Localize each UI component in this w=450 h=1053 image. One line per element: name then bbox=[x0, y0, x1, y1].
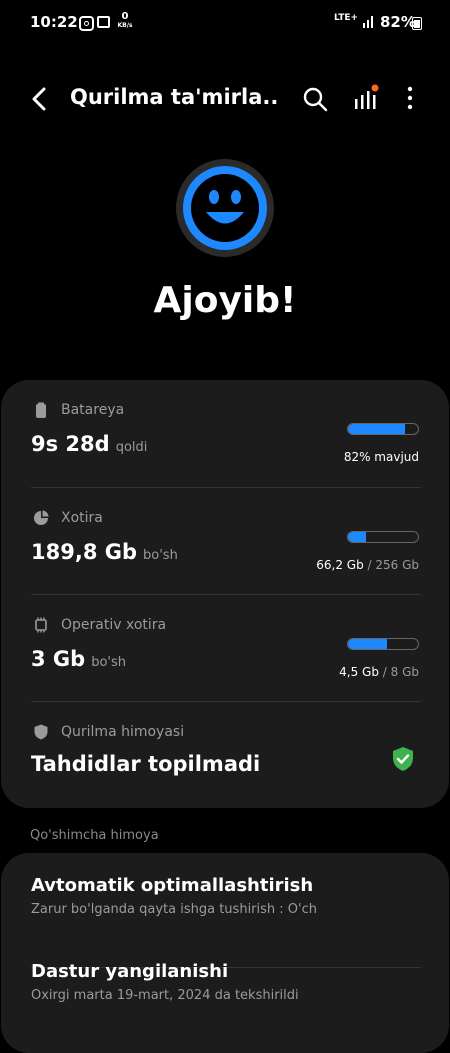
ram-value: 3 Gb bo'sh bbox=[31, 647, 126, 671]
instagram-icon bbox=[79, 16, 94, 31]
battery-percent: 82% bbox=[380, 13, 416, 31]
storage-used: 66,2 Gb bbox=[316, 558, 364, 572]
ram-free: 3 Gb bbox=[31, 647, 86, 671]
page-title: Qurilma ta'mirla... bbox=[70, 85, 280, 109]
memory-chip-icon bbox=[35, 617, 47, 633]
ram-item[interactable]: Operativ xotira 3 Gb bo'sh 4,5 Gb / 8 Gb bbox=[1, 595, 449, 702]
protection-label-row: Qurilma himoyasi bbox=[33, 722, 184, 742]
battery-label-row: Batareya bbox=[33, 400, 124, 420]
battery-icon bbox=[36, 402, 46, 418]
storage-label: Xotira bbox=[61, 510, 103, 526]
storage-item[interactable]: Xotira 189,8 Gb bo'sh 66,2 Gb / 256 Gb bbox=[1, 488, 449, 595]
ram-separator: / bbox=[378, 665, 391, 679]
app-updates-title: Dastur yangilanishi bbox=[31, 961, 229, 982]
storage-progress-fill bbox=[348, 532, 367, 542]
storage-progress-bar bbox=[347, 531, 419, 543]
network-speed-value: 0 bbox=[121, 11, 129, 22]
more-options-icon[interactable] bbox=[400, 84, 420, 112]
pie-chart-icon bbox=[34, 510, 49, 525]
search-icon[interactable] bbox=[302, 86, 328, 112]
battery-progress-bar bbox=[347, 423, 419, 435]
storage-separator: / bbox=[363, 558, 376, 572]
storage-label-row: Xotira bbox=[33, 508, 103, 528]
smiley-status-icon bbox=[176, 159, 274, 257]
ram-usage: 4,5 Gb / 8 Gb bbox=[339, 665, 419, 679]
battery-progress-fill bbox=[348, 424, 406, 434]
cell-signal-icon bbox=[363, 16, 373, 28]
shield-check-icon bbox=[393, 747, 413, 771]
extra-protection-card: Avtomatik optimallashtirish Zarur bo'lga… bbox=[1, 853, 449, 1053]
auto-optimization-subtitle: Zarur bo'lganda qayta ishga tushirish : … bbox=[31, 902, 317, 917]
device-care-card: Batareya 9s 28d qoldi 82% mavjud Xotira … bbox=[1, 380, 449, 808]
ram-label-row: Operativ xotira bbox=[33, 615, 166, 635]
network-speed: 0 KB/s bbox=[116, 12, 134, 30]
storage-total: 256 Gb bbox=[375, 558, 419, 572]
app-bar: Qurilma ta'mirla... bbox=[0, 76, 450, 122]
diagnostics-icon[interactable] bbox=[352, 84, 380, 112]
gallery-icon bbox=[97, 16, 110, 28]
threats-status: Tahdidlar topilmadi bbox=[31, 752, 261, 776]
network-speed-unit: KB/s bbox=[117, 22, 133, 29]
protection-label: Qurilma himoyasi bbox=[61, 724, 185, 740]
ram-total: 8 Gb bbox=[390, 665, 419, 679]
status-bar: 10:22 0 KB/s LTE+ 82% bbox=[0, 0, 450, 44]
ram-progress-bar bbox=[347, 638, 419, 650]
ram-used: 4,5 Gb bbox=[339, 665, 379, 679]
ram-label: Operativ xotira bbox=[61, 617, 167, 633]
status-time: 10:22 bbox=[30, 13, 78, 31]
battery-label: Batareya bbox=[61, 402, 125, 418]
storage-free: 189,8 Gb bbox=[31, 540, 138, 564]
device-protection-item[interactable]: Qurilma himoyasi Tahdidlar topilmadi bbox=[1, 702, 449, 809]
battery-available: 82% mavjud bbox=[343, 450, 419, 464]
ram-progress-fill bbox=[348, 639, 388, 649]
storage-usage: 66,2 Gb / 256 Gb bbox=[316, 558, 419, 572]
auto-optimization-title: Avtomatik optimallashtirish bbox=[31, 875, 314, 896]
battery-icon bbox=[412, 17, 422, 30]
ram-unit: bo'sh bbox=[91, 655, 126, 670]
status-headline: Ajoyib! bbox=[153, 280, 297, 321]
battery-unit: qoldi bbox=[115, 440, 148, 455]
extra-section-header: Qo'shimcha himoya bbox=[30, 828, 159, 843]
back-icon[interactable] bbox=[26, 85, 54, 113]
network-type: LTE+ bbox=[334, 13, 359, 23]
shield-icon bbox=[34, 724, 48, 740]
storage-value: 189,8 Gb bo'sh bbox=[31, 540, 178, 564]
battery-value: 9s 28d qoldi bbox=[31, 432, 147, 456]
battery-time-left: 9s 28d bbox=[31, 432, 110, 456]
storage-unit: bo'sh bbox=[143, 548, 178, 563]
app-updates-subtitle: Oxirgi marta 19-mart, 2024 da tekshirild… bbox=[31, 988, 299, 1003]
app-updates-item[interactable]: Dastur yangilanishi Oxirgi marta 19-mart… bbox=[31, 961, 421, 1003]
battery-item[interactable]: Batareya 9s 28d qoldi 82% mavjud bbox=[1, 380, 449, 487]
auto-optimization-item[interactable]: Avtomatik optimallashtirish Zarur bo'lga… bbox=[31, 875, 421, 917]
